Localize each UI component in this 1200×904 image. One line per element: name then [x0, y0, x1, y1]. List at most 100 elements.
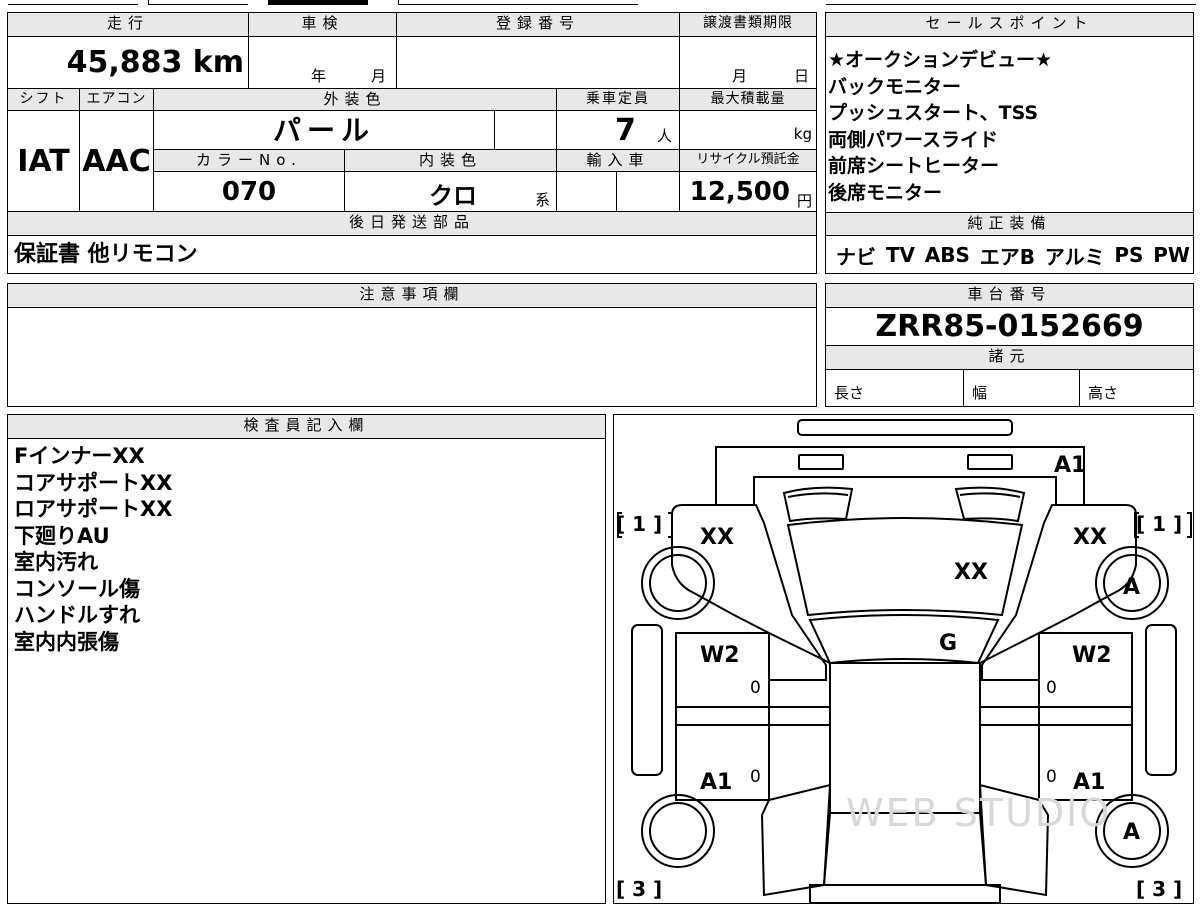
tire-label-right-rear: [ 3 ]	[1136, 877, 1183, 901]
inspector-box: 検査員記入欄 FインナーXX コアサポートXX ロアサポートXX 下廻りAU 室…	[7, 414, 606, 904]
chassis-number: ZRR85-0152669	[826, 308, 1193, 346]
vehicle-info-table: 走行 車検 登録番号 譲渡書類期限 45,883 km 年 月 月 日 シフト …	[7, 12, 817, 274]
inspector-note: FインナーXX	[14, 444, 145, 468]
tire-label-left-front: [ 1 ]	[616, 512, 663, 536]
tire-label-right-front: [ 1 ]	[1136, 512, 1183, 536]
interior-color-header: 内装色	[345, 150, 557, 172]
import-value-b	[617, 172, 680, 212]
transfer-month-label: 月	[732, 67, 748, 85]
transfer-day-label: 日	[794, 67, 810, 85]
capacity-unit: 人	[657, 127, 673, 145]
damage-mark-right-front-wheel: A	[1123, 575, 1141, 600]
door-mark-zero: 0	[1046, 767, 1057, 787]
interior-color-cell: クロ 系	[345, 172, 557, 212]
height-label: 高さ	[1088, 384, 1119, 402]
color-number-header: カラーNo.	[154, 150, 345, 172]
capacity-header: 乗車定員	[557, 89, 680, 111]
max-load-header: 最大積載量	[680, 89, 816, 111]
exterior-color-code-cell	[495, 111, 557, 150]
max-load-unit: kg	[793, 125, 812, 143]
damage-mark-hood: XX	[954, 560, 988, 585]
sales-points-header: セールスポイント	[826, 13, 1193, 37]
door-mark-zero: 0	[750, 767, 761, 787]
spec-header: 諸元	[826, 346, 1193, 370]
sales-points-list: ★オークションデビュー★ バックモニター プッシュスタート、TSS 両側パワース…	[828, 47, 1052, 206]
equipment-item: アルミ	[1044, 244, 1105, 269]
equipment-list: ナビ TV ABS エアB アルミ PS PW	[836, 237, 1190, 273]
sales-point-item: 後席モニター	[828, 181, 943, 204]
inspector-header: 検査員記入欄	[8, 415, 605, 439]
equipment-item: PW	[1153, 243, 1190, 267]
length-label: 長さ	[834, 384, 865, 402]
interior-color-suffix: 系	[535, 191, 551, 209]
shift-header: シフト	[8, 89, 80, 111]
shift-value: IAT	[8, 111, 80, 212]
registration-header: 登録番号	[397, 13, 680, 37]
recycle-header: リサイクル預託金	[680, 150, 816, 172]
inspector-note: 室内汚れ	[14, 550, 98, 574]
caution-box: 注意事項欄	[7, 283, 817, 407]
equipment-item: PS	[1114, 243, 1144, 267]
registration-value	[397, 37, 680, 89]
inspector-note: ハンドルすれ	[14, 603, 140, 627]
damage-mark-right-front-door: W2	[1072, 643, 1112, 668]
width-cell: 幅	[964, 370, 1080, 406]
length-cell: 長さ	[826, 370, 964, 406]
sales-points-box: セールスポイント ★オークションデビュー★ バックモニター プッシュスタート、T…	[825, 12, 1194, 274]
interior-color-value: クロ	[429, 182, 477, 210]
damage-mark-right-rear-wheel: A	[1123, 820, 1141, 845]
shaken-header: 車検	[249, 13, 397, 37]
sales-point-item: プッシュスタート、TSS	[828, 102, 1039, 124]
mileage-value: 45,883 km	[8, 37, 249, 89]
recycle-unit: 円	[796, 192, 812, 210]
watermark: WEB STUDIO	[846, 791, 1112, 835]
door-mark-zero: 0	[1046, 678, 1057, 698]
max-load-value-cell: kg	[680, 111, 816, 150]
sales-point-item: 前席シートヒーター	[828, 155, 1000, 177]
shaken-month-label: 月	[371, 67, 387, 85]
car-diagram-box: A1 XX XX XX G W2 W2 A1 A1 A A 0 0 0 0 [ …	[613, 414, 1194, 904]
width-label: 幅	[972, 384, 988, 402]
exterior-color-header: 外装色	[154, 89, 557, 111]
chassis-header: 車台番号	[826, 284, 1193, 308]
door-mark-zero: 0	[750, 678, 761, 698]
damage-mark-front-right: A1	[1054, 453, 1087, 478]
equipment-item: ナビ	[836, 244, 876, 269]
recycle-value: 12,500	[689, 177, 790, 207]
exterior-color-value: パール	[154, 111, 495, 150]
inspector-note: ロアサポートXX	[14, 497, 173, 521]
parts-header: 後日発送部品	[8, 212, 816, 236]
recycle-value-cell: 12,500 円	[680, 172, 816, 212]
sales-point-item: 両側パワースライド	[828, 128, 999, 151]
transfer-deadline-header: 譲渡書類期限	[680, 13, 816, 37]
color-number-value: 070	[154, 172, 345, 212]
height-cell: 高さ	[1080, 370, 1193, 406]
equipment-header: 純正装備	[826, 212, 1193, 236]
inspector-note: コアサポートXX	[14, 470, 173, 495]
shaken-value: 年 月	[249, 37, 397, 89]
shaken-year-label: 年	[311, 67, 327, 85]
damage-mark-left-rear-door: A1	[700, 770, 733, 795]
chassis-box: 車台番号 ZRR85-0152669 諸元 長さ 幅 高さ	[825, 283, 1194, 407]
capacity-value-cell: 7 人	[557, 111, 680, 150]
equipment-item: エアB	[979, 244, 1035, 269]
damage-mark-left-front-door: W2	[700, 643, 740, 668]
inspector-note: コンソール傷	[14, 576, 140, 601]
inspector-notes: FインナーXX コアサポートXX ロアサポートXX 下廻りAU 室内汚れ コンソ…	[14, 443, 172, 655]
mileage-header: 走行	[8, 13, 249, 37]
inspector-note: 室内内張傷	[14, 629, 119, 654]
capacity-value: 7	[615, 113, 636, 148]
damage-mark-right-fender: XX	[1073, 525, 1107, 550]
tire-label-left-rear: [ 3 ]	[616, 877, 663, 901]
import-value-a	[557, 172, 617, 212]
parts-value: 保証書 他リモコン	[14, 242, 198, 267]
transfer-deadline-value: 月 日	[680, 37, 816, 89]
equipment-item: ABS	[924, 243, 970, 267]
inspector-note: 下廻りAU	[14, 523, 110, 548]
import-header: 輸入車	[557, 150, 680, 172]
equipment-item: TV	[885, 243, 915, 267]
sales-point-item: ★オークションデビュー★	[828, 49, 1053, 71]
damage-mark-windshield: G	[939, 631, 958, 656]
aircon-header: エアコン	[80, 89, 154, 111]
sales-point-item: バックモニター	[828, 75, 962, 98]
